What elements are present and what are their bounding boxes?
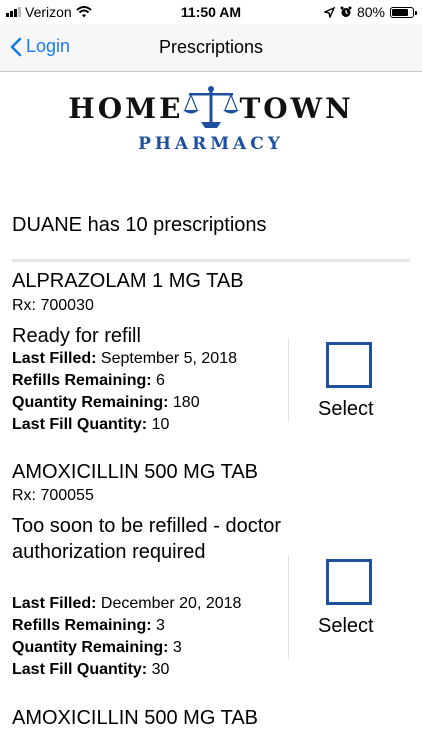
pharmacy-logo: HOME TOWN PHARMACY — [0, 78, 422, 168]
select-label[interactable]: Select — [318, 398, 374, 421]
refills-remaining-value: 6 — [156, 372, 165, 389]
location-arrow-icon — [323, 6, 335, 18]
quantity-remaining-value: 180 — [172, 394, 200, 411]
select-checkbox[interactable] — [326, 342, 372, 388]
quantity-remaining-value: 3 — [172, 639, 182, 656]
prescription-status: Too soon to be refilled - doctor authori… — [12, 515, 282, 563]
last-fill-quantity-value: 10 — [151, 416, 170, 433]
alarm-clock-icon — [340, 6, 352, 17]
select-label[interactable]: Select — [318, 615, 374, 638]
prescription-count: DUANE has 10 prescriptions — [12, 214, 267, 236]
detail-label: Quantity Remaining: — [12, 639, 169, 656]
logo-word-home: HOME — [68, 92, 184, 125]
detail-label: Refills Remaining: — [12, 617, 152, 634]
prescription-details: Last Filled: September 5, 2018 Refills R… — [12, 348, 237, 436]
prescription-status: Ready for refill — [12, 325, 141, 347]
prescription-rx-number: Rx: 700030 — [12, 297, 94, 314]
prescription-name: ALPRAZOLAM 1 MG TAB — [12, 270, 244, 292]
prescription-details: Last Filled: December 20, 2018 Refills R… — [12, 593, 241, 681]
last-filled-value: September 5, 2018 — [100, 350, 237, 367]
scales-of-justice-icon — [183, 86, 239, 128]
column-separator — [288, 555, 289, 659]
status-right: 80% — [323, 4, 417, 20]
refills-remaining-value: 3 — [156, 617, 165, 634]
prescription-name: AMOXICILLIN 500 MG TAB — [12, 707, 259, 729]
last-filled-value: December 20, 2018 — [100, 595, 242, 612]
detail-label: Last Filled: — [12, 350, 97, 367]
detail-label: Refills Remaining: — [12, 372, 152, 389]
navigation-bar: Login Prescriptions — [0, 24, 422, 72]
battery-percent: 80% — [356, 4, 385, 20]
detail-label: Last Filled: — [12, 595, 97, 612]
detail-label: Last Fill Quantity: — [12, 416, 148, 433]
prescription-name: AMOXICILLIN 500 MG TAB — [12, 461, 259, 483]
detail-label: Quantity Remaining: — [12, 394, 169, 411]
divider — [12, 259, 410, 262]
detail-label: Last Fill Quantity: — [12, 661, 148, 678]
select-checkbox[interactable] — [326, 559, 372, 605]
column-separator — [288, 338, 289, 422]
page-title: Prescriptions — [158, 37, 264, 57]
last-fill-quantity-value: 30 — [151, 661, 170, 678]
logo-word-town: TOWN — [239, 92, 354, 125]
status-bar: Verizon 11:50 AM 80% — [0, 0, 422, 24]
prescription-rx-number: Rx: 700055 — [12, 487, 94, 504]
logo-subtitle: PHARMACY — [138, 134, 284, 154]
battery-icon — [390, 6, 417, 18]
